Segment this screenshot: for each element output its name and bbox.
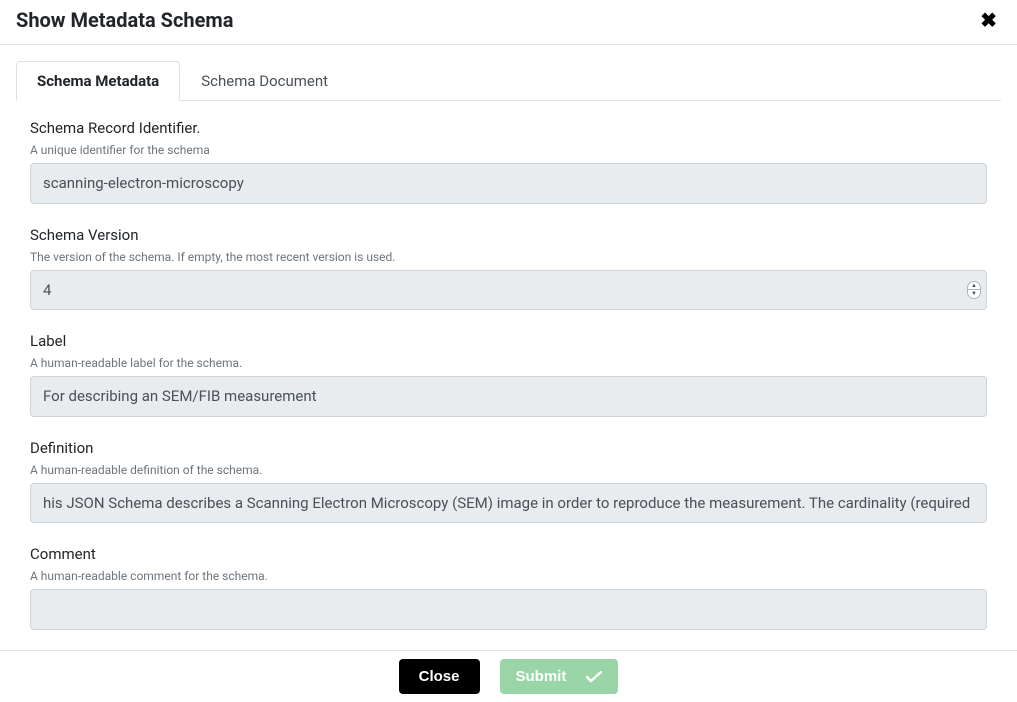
form-content: Schema Record Identifier. A unique ident… bbox=[16, 119, 1001, 649]
hint-schema-identifier: A unique identifier for the schema bbox=[30, 143, 987, 157]
modal-footer: Close Submit bbox=[0, 650, 1017, 702]
tabs: Schema Metadata Schema Document bbox=[16, 61, 1001, 101]
label-comment: Comment bbox=[30, 545, 987, 563]
check-icon bbox=[586, 671, 602, 683]
field-schema-version: Schema Version The version of the schema… bbox=[30, 226, 987, 311]
chevron-down-icon[interactable]: ▼ bbox=[968, 290, 980, 298]
modal-title: Show Metadata Schema bbox=[16, 8, 233, 32]
modal-body: Schema Metadata Schema Document Schema R… bbox=[0, 45, 1017, 649]
input-schema-version[interactable] bbox=[30, 270, 987, 311]
hint-label: A human-readable label for the schema. bbox=[30, 356, 987, 370]
hint-schema-version: The version of the schema. If empty, the… bbox=[30, 250, 987, 264]
label-definition: Definition bbox=[30, 439, 987, 457]
modal-header: Show Metadata Schema ✖ bbox=[0, 0, 1017, 45]
close-icon[interactable]: ✖ bbox=[976, 10, 1001, 30]
field-comment: Comment A human-readable comment for the… bbox=[30, 545, 987, 630]
close-button[interactable]: Close bbox=[399, 659, 480, 695]
submit-label: Submit bbox=[516, 667, 567, 687]
input-schema-identifier[interactable] bbox=[30, 163, 987, 204]
label-schema-version: Schema Version bbox=[30, 226, 987, 244]
version-stepper[interactable]: ▲ ▼ bbox=[967, 281, 981, 299]
submit-button[interactable]: Submit bbox=[500, 659, 619, 695]
tab-schema-metadata[interactable]: Schema Metadata bbox=[16, 61, 180, 101]
hint-comment: A human-readable comment for the schema. bbox=[30, 569, 987, 583]
field-schema-identifier: Schema Record Identifier. A unique ident… bbox=[30, 119, 987, 204]
input-comment[interactable] bbox=[30, 589, 987, 630]
label-schema-identifier: Schema Record Identifier. bbox=[30, 119, 987, 137]
input-definition[interactable] bbox=[30, 483, 987, 524]
tab-schema-document[interactable]: Schema Document bbox=[180, 61, 349, 101]
field-definition: Definition A human-readable definition o… bbox=[30, 439, 987, 524]
field-label: Label A human-readable label for the sch… bbox=[30, 332, 987, 417]
chevron-up-icon[interactable]: ▲ bbox=[968, 282, 980, 291]
input-label[interactable] bbox=[30, 376, 987, 417]
hint-definition: A human-readable definition of the schem… bbox=[30, 463, 987, 477]
label-label: Label bbox=[30, 332, 987, 350]
